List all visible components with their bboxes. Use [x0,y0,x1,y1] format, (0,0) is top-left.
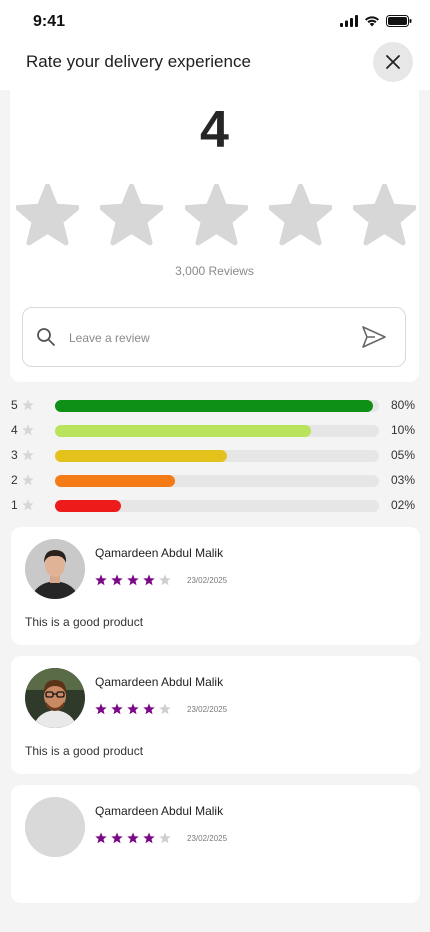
status-icons [340,15,412,27]
distribution-row-2: 2 03% [11,472,421,488]
distribution-label: 2 [11,473,18,487]
signal-icon [340,15,358,27]
distribution-bar-fill [55,425,311,437]
review-star-icon [127,703,139,715]
distribution-star-icon [22,399,34,411]
close-icon [386,55,400,69]
review-date: 23/02/2025 [187,834,228,843]
distribution-label: 3 [11,448,18,462]
rating-star-3-icon[interactable] [184,184,248,247]
review-star-icon [143,703,155,715]
distribution-label: 4 [11,423,18,437]
distribution-bar-fill [55,450,227,462]
review-text: This is a good product [25,744,144,758]
review-star-icon [111,832,123,844]
wifi-icon [365,16,379,27]
review-star-icon [127,832,139,844]
distribution-percent: 05% [391,448,416,462]
distribution-bar-track [55,475,379,487]
distribution-percent: 80% [391,398,416,412]
distribution-label: 1 [11,498,18,512]
status-time: 9:41 [33,13,66,30]
distribution-bar-fill [55,500,122,512]
reviewer-name: Qamardeen Abdul Malik [95,804,224,818]
reviewer-name: Qamardeen Abdul Malik [95,546,224,560]
review-star-icon [159,574,171,586]
review-card: Qamardeen Abdul Malik 23/02/2025 [11,785,420,903]
status-bar: 9:41 [0,0,430,44]
rating-value: 4 [200,101,229,159]
distribution-star-icon [22,499,34,511]
distribution-star-icon [22,474,34,486]
review-rating [95,574,171,586]
distribution-percent: 10% [391,423,416,437]
review-input-box [22,307,406,367]
review-star-icon [95,703,107,715]
distribution-row-4: 4 10% [11,422,421,438]
distribution-percent: 02% [391,498,416,512]
rating-star-4-icon[interactable] [268,184,332,247]
distribution-row-1: 1 02% [11,497,421,513]
search-icon [37,328,55,346]
review-star-icon [143,832,155,844]
review-date: 23/02/2025 [187,576,228,585]
distribution-bar-track [55,450,379,462]
distribution-bar-fill [55,400,373,412]
review-star-icon [159,703,171,715]
rating-summary-card: 4 3,000 Reviews [10,90,419,382]
distribution-bar-fill [55,475,175,487]
rating-star-2-icon[interactable] [100,184,164,247]
review-input[interactable] [67,324,351,352]
distribution-bar-track [55,500,379,512]
distribution-bar-track [55,425,379,437]
reviewer-name: Qamardeen Abdul Malik [95,675,224,689]
rating-star-1-icon[interactable] [16,184,79,247]
close-button[interactable] [373,42,413,82]
avatar [25,539,85,599]
distribution-percent: 03% [391,473,416,487]
avatar [25,797,85,857]
distribution-label: 5 [11,398,18,412]
review-star-icon [143,574,155,586]
rating-star-5-icon[interactable] [353,184,416,247]
review-date: 23/02/2025 [187,705,228,714]
distribution-star-icon [22,424,34,436]
review-star-icon [95,832,107,844]
review-star-icon [111,574,123,586]
reviews-count: 3,000 Reviews [175,264,254,278]
review-card: Qamardeen Abdul Malik 23/02/2025 This is a… [11,656,420,774]
review-text: This is a good product [25,615,144,629]
send-icon[interactable] [361,324,387,350]
distribution-star-icon [22,449,34,461]
header: Rate your delivery experience [0,42,430,90]
review-star-icon [159,832,171,844]
review-card: Qamardeen Abdul Malik 23/02/2025 This is a… [11,527,420,645]
battery-icon [386,15,412,27]
rating-star-selector [16,184,416,247]
avatar [25,668,85,728]
distribution-row-5: 5 80% [11,397,421,413]
review-rating [95,703,171,715]
review-star-icon [111,703,123,715]
review-star-icon [127,574,139,586]
review-rating [95,832,171,844]
distribution-bar-track [55,400,379,412]
page-title: Rate your delivery experience [26,52,251,71]
distribution-row-3: 3 05% [11,447,421,463]
review-star-icon [95,574,107,586]
